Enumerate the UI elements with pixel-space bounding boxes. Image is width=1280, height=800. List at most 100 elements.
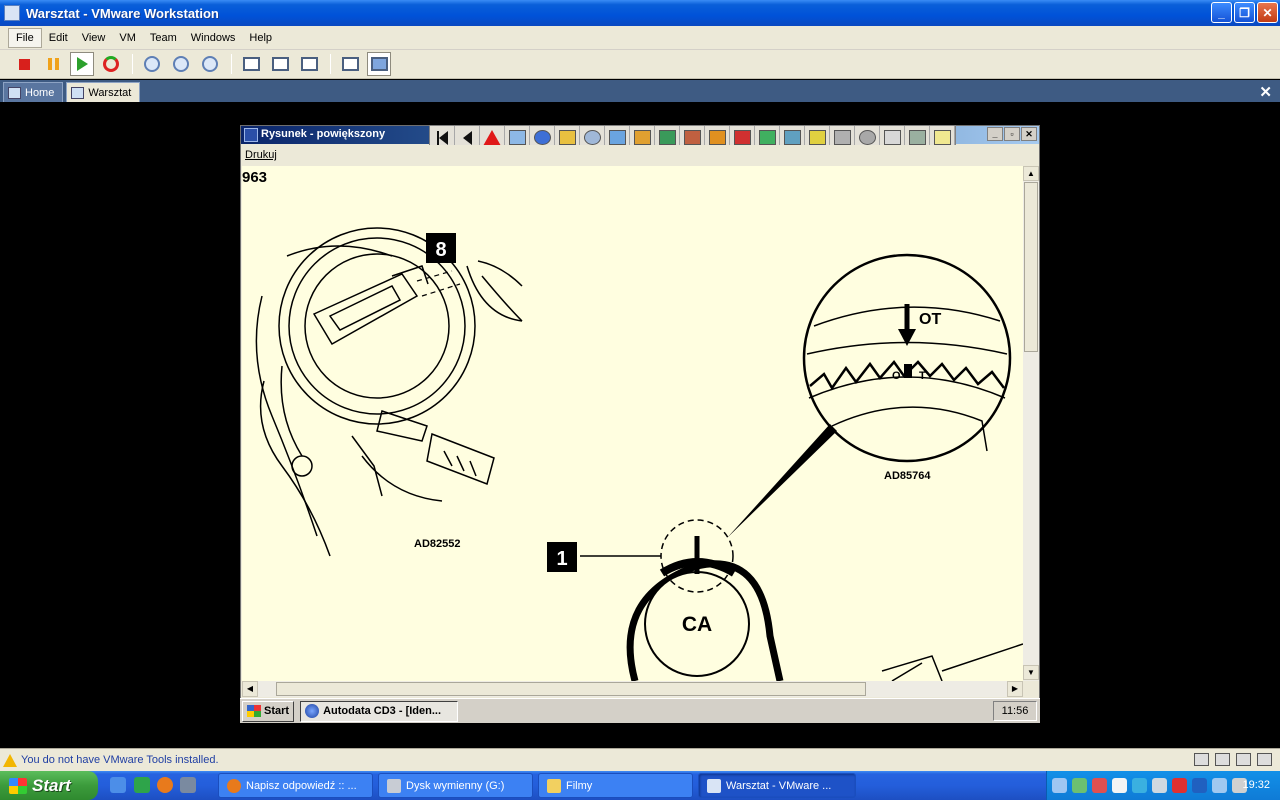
drawing-window-title: Rysunek - powiększony <box>261 128 386 140</box>
autodata-icon <box>244 128 258 142</box>
sidebar-icon <box>242 57 260 71</box>
tray-app-icon[interactable] <box>1072 778 1087 793</box>
timing-diagram: 963 8 AD82552 OT O T AD85764 CA 1 <box>242 169 1023 681</box>
take-snapshot-button[interactable] <box>140 52 164 76</box>
close-button[interactable]: ✕ <box>1257 2 1278 23</box>
menu-help[interactable]: Help <box>242 29 279 47</box>
alert-icon <box>883 130 901 145</box>
menu-team[interactable]: Team <box>143 29 184 47</box>
tab-home[interactable]: Home <box>3 82 64 102</box>
message-icon[interactable] <box>1257 753 1272 766</box>
aircon-icon <box>908 130 926 145</box>
quick-launch-firefox-icon[interactable] <box>157 777 173 793</box>
scroll-up-arrow[interactable]: ▲ <box>1023 166 1039 181</box>
vertical-scroll-thumb[interactable] <box>1024 182 1038 352</box>
drawing-close-button[interactable]: ✕ <box>1021 127 1037 141</box>
full-screen-button[interactable] <box>297 52 321 76</box>
task-label: Dysk wymienny (G:) <box>406 779 505 792</box>
menu-view[interactable]: View <box>75 29 113 47</box>
task-label: Warsztat - VMware ... <box>726 779 832 792</box>
task-removable-disk[interactable]: Dysk wymienny (G:) <box>378 773 533 798</box>
scroll-down-arrow[interactable]: ▼ <box>1023 665 1039 680</box>
unity-button[interactable] <box>367 52 391 76</box>
toolbar <box>0 50 1280 79</box>
power-off-button[interactable] <box>12 52 36 76</box>
network-icon[interactable] <box>1215 753 1230 766</box>
menu-windows[interactable]: Windows <box>184 29 243 47</box>
suspend-button[interactable] <box>41 52 65 76</box>
network-tray-icon[interactable] <box>1052 778 1067 793</box>
folder-icon <box>547 778 561 793</box>
key-icon <box>708 130 726 145</box>
quick-launch-app-icon[interactable] <box>134 777 150 793</box>
toolbar-separator <box>231 54 232 74</box>
home-icon <box>8 86 21 99</box>
task-filmy[interactable]: Filmy <box>538 773 693 798</box>
close-tab-button[interactable]: ✕ <box>1259 83 1272 101</box>
menu-print[interactable]: Drukuj <box>245 149 277 161</box>
antivirus-tray-icon[interactable] <box>1092 778 1107 793</box>
pulley-label: CA <box>682 613 712 636</box>
snapshot-manager-icon <box>202 56 218 72</box>
lift-icon <box>658 130 676 145</box>
warning-icon <box>483 129 501 146</box>
guest-clock: 11:56 <box>993 701 1037 721</box>
volume-icon[interactable] <box>1212 778 1227 793</box>
reset-button[interactable] <box>99 52 123 76</box>
console-view-button[interactable] <box>338 52 362 76</box>
callout-1-label: 1 <box>556 548 567 570</box>
back-arrow-icon <box>462 130 472 145</box>
drawing-window: Rysunek - powiększony _ ▫ ✕ Drukuj 963 8… <box>240 125 1040 702</box>
sidebar-toggle-button[interactable] <box>239 52 263 76</box>
timing-mark-o: O <box>892 370 901 382</box>
play-icon <box>76 57 88 71</box>
guest-task-autodata[interactable]: Autodata CD3 - [Iden... <box>300 700 459 722</box>
task-vmware[interactable]: Warsztat - VMware ... <box>698 773 856 798</box>
vmware-tools-warning[interactable]: You do not have VMware Tools installed. <box>21 754 219 766</box>
menu-file[interactable]: File <box>8 27 42 48</box>
firefox-icon <box>227 778 241 793</box>
minimize-button[interactable]: _ <box>1211 2 1232 23</box>
drawing-menu-bar: Drukuj <box>241 145 1039 165</box>
power-on-button[interactable] <box>70 52 94 76</box>
toolbar-separator <box>132 54 133 74</box>
drawing-minimize-button[interactable]: _ <box>987 127 1003 141</box>
car-icon <box>733 130 751 145</box>
first-arrow-icon <box>438 130 448 145</box>
hard-disk-icon[interactable] <box>1194 753 1209 766</box>
guest-start-button[interactable]: Start <box>242 700 295 722</box>
tray-app-icon[interactable] <box>1112 778 1127 793</box>
menu-vm[interactable]: VM <box>112 29 143 47</box>
tray-app-icon[interactable] <box>1172 778 1187 793</box>
snapshot-manager-button[interactable] <box>198 52 222 76</box>
quick-launch-desktop-icon[interactable] <box>180 777 196 793</box>
horizontal-scrollbar[interactable]: ◀ ▶ <box>242 681 1023 697</box>
technical-drawing[interactable]: 963 8 AD82552 OT O T AD85764 CA 1 <box>242 166 1023 681</box>
menu-edit[interactable]: Edit <box>42 29 75 47</box>
restore-button[interactable]: ❐ <box>1234 2 1255 23</box>
task-firefox[interactable]: Napisz odpowiedź :: ... <box>218 773 373 798</box>
quick-launch-ie-icon[interactable] <box>110 777 126 793</box>
vertical-scrollbar[interactable]: ▲ ▼ <box>1023 166 1039 681</box>
guest-start-label: Start <box>264 705 290 717</box>
scroll-right-arrow[interactable]: ▶ <box>1007 681 1023 697</box>
tray-app-icon[interactable] <box>1132 778 1147 793</box>
tab-warsztat[interactable]: Warsztat <box>66 82 141 102</box>
reference-code-right: AD85764 <box>884 470 931 482</box>
revert-snapshot-button[interactable] <box>169 52 193 76</box>
tray-app-icon[interactable] <box>1152 778 1167 793</box>
window-controls: _ ❐ ✕ <box>1211 2 1278 23</box>
usb-icon[interactable] <box>1236 753 1251 766</box>
horizontal-scroll-thumb[interactable] <box>276 682 866 696</box>
tab-bar: Home Warsztat ✕ <box>0 80 1280 102</box>
tray-app-icon[interactable] <box>1192 778 1207 793</box>
quick-switch-button[interactable] <box>268 52 292 76</box>
suspension-icon <box>833 130 851 145</box>
drawing-maximize-button[interactable]: ▫ <box>1004 127 1020 141</box>
start-button[interactable]: Start <box>0 771 98 800</box>
taskbar-clock: 19:32 <box>1242 779 1270 791</box>
revert-snapshot-icon <box>173 56 189 72</box>
guest-screen[interactable]: Rysunek - powiększony _ ▫ ✕ Drukuj 963 8… <box>0 102 1280 748</box>
scroll-left-arrow[interactable]: ◀ <box>242 681 258 697</box>
warning-icon <box>3 753 17 767</box>
